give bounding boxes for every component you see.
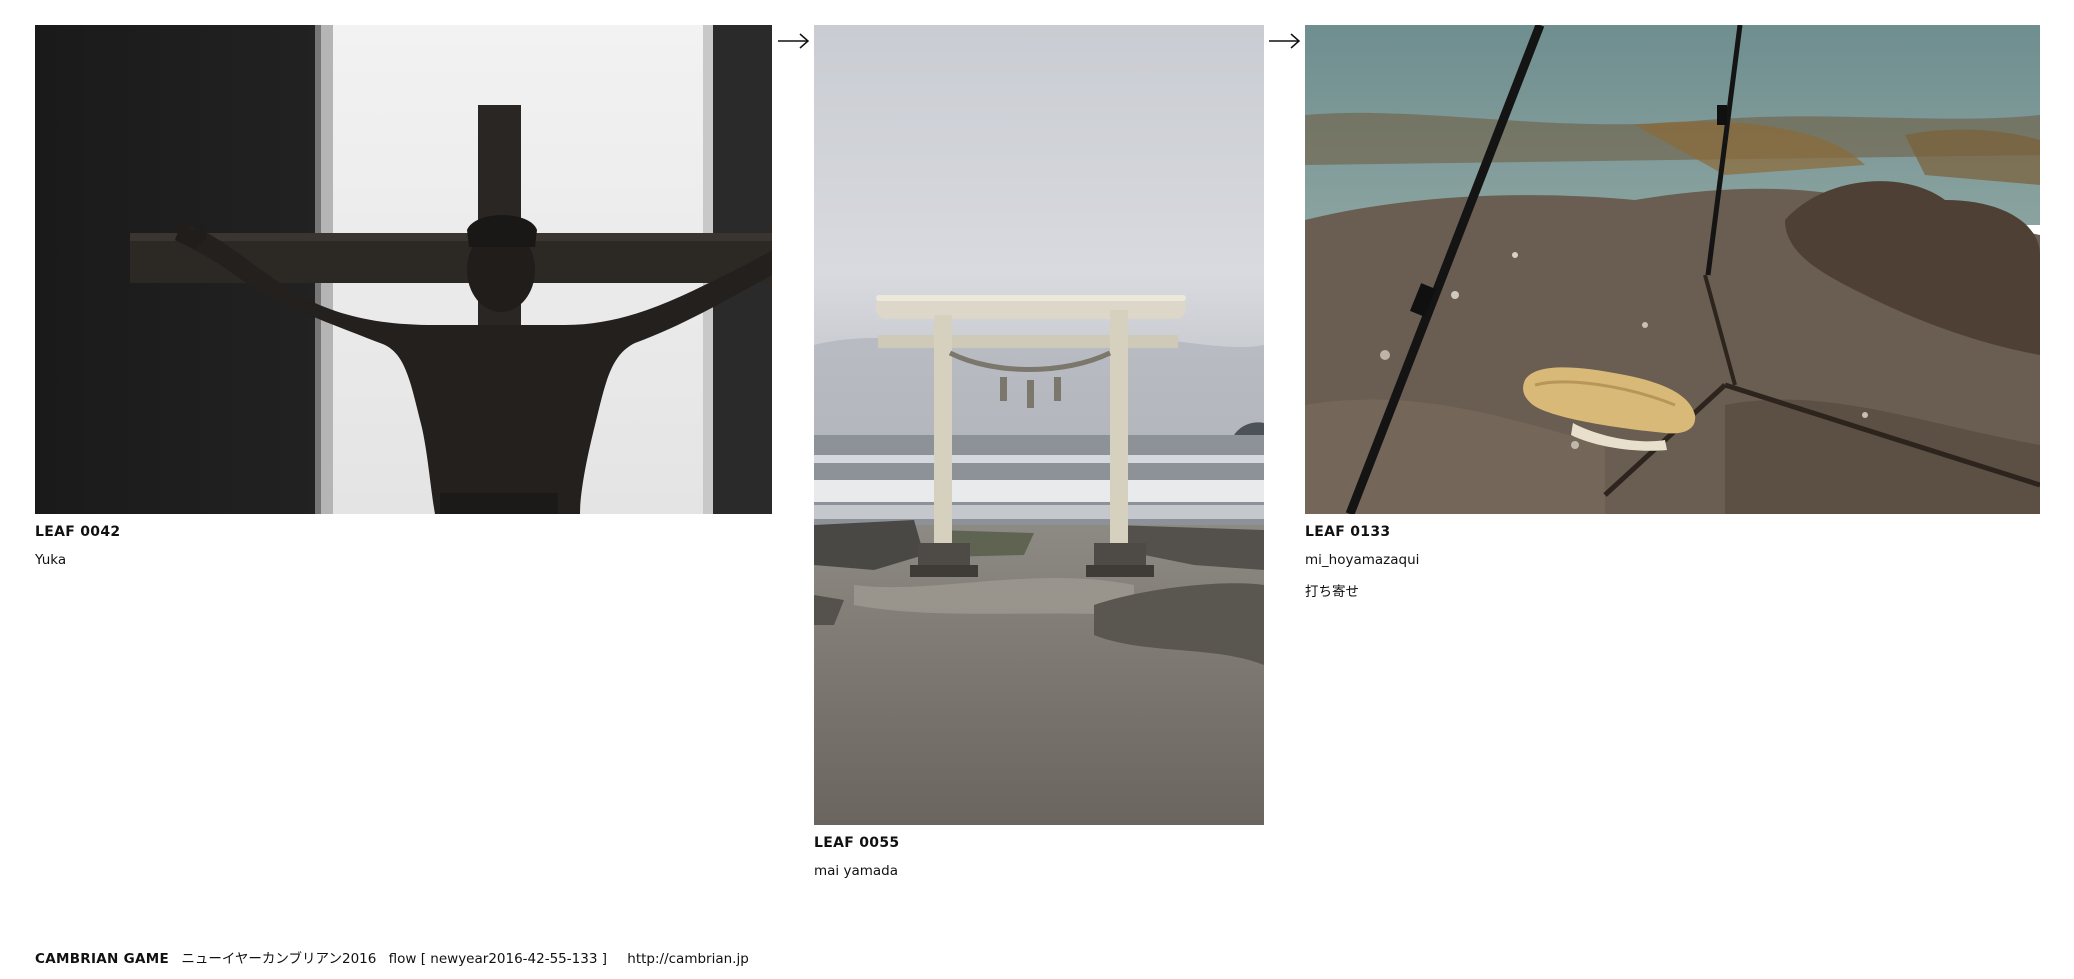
arrow-right-icon: [1269, 33, 1301, 49]
leaf-card-0055[interactable]: LEAF 0055 mai yamada: [814, 25, 1264, 881]
leaf-author: Yuka: [35, 552, 67, 568]
leaf-author: mai yamada: [814, 863, 898, 879]
leaf-photo-torii[interactable]: [814, 25, 1264, 825]
leaf-id[interactable]: LEAF 0055: [814, 835, 1264, 853]
footer: CAMBRIAN GAME ニューイヤーカンブリアン2016 flow [ ne…: [35, 947, 757, 967]
leaf-id[interactable]: LEAF 0133: [1305, 524, 2040, 542]
torii-image: [814, 25, 1264, 825]
arrow-right-icon: [778, 33, 810, 49]
leaf-photo-crucifix[interactable]: [35, 25, 772, 514]
flow-label: flow [ newyear2016-42-55-133 ]: [388, 951, 607, 967]
leaf-author: mi_hoyamazaqui: [1305, 552, 1420, 568]
leaf-card-0042[interactable]: LEAF 0042 Yuka: [35, 25, 772, 570]
leaf-photo-sandal[interactable]: [1305, 25, 2040, 514]
page: LEAF 0042 Yuka LEAF 0055 mai yamada LEAF…: [0, 0, 2074, 979]
brand-label[interactable]: CAMBRIAN GAME: [35, 951, 169, 967]
leaf-id[interactable]: LEAF 0042: [35, 524, 772, 542]
leaf-title: 打ち寄せ: [1305, 584, 1359, 600]
event-label: ニューイヤーカンブリアン2016: [181, 951, 377, 967]
crucifix-image: [35, 25, 772, 514]
site-link[interactable]: http://cambrian.jp: [627, 951, 749, 967]
sandal-on-rocks-image: [1305, 25, 2040, 514]
leaf-card-0133[interactable]: LEAF 0133 mi_hoyamazaqui 打ち寄せ: [1305, 25, 2040, 600]
